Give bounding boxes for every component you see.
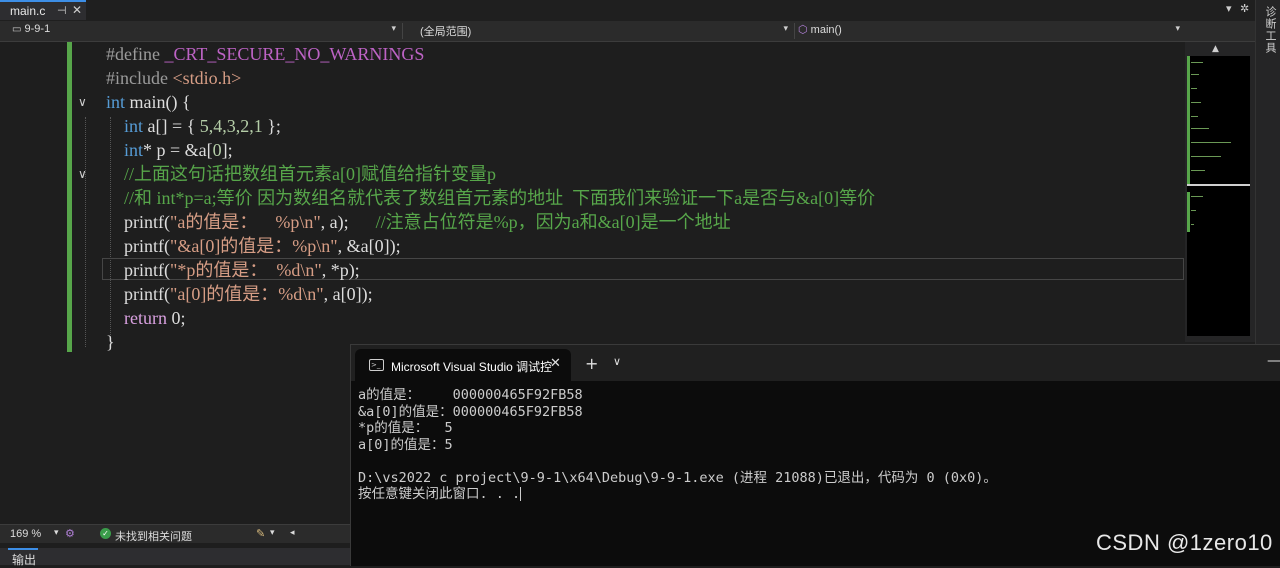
terminal-line: D:\vs2022 c project\9-9-1\x64\Debug\9-9-…	[358, 469, 997, 486]
pin-icon[interactable]: ⊣	[57, 4, 67, 17]
minimize-icon[interactable]: —	[1267, 353, 1280, 369]
terminal-line: *p的值是： 5	[358, 420, 453, 436]
settings-gear-icon[interactable]: ✲	[1240, 2, 1249, 15]
issues-status[interactable]: 未找到相关问题	[115, 528, 192, 544]
tab-list-dropdown-icon[interactable]: ▾	[1226, 2, 1232, 15]
minimap-change-bar	[1187, 192, 1190, 232]
cleanup-brush-icon[interactable]: ✎	[256, 527, 265, 540]
code-line-9: printf("&a[0]的值是：%p\n", &a[0]);	[124, 236, 401, 256]
project-dropdown[interactable]: ▭ 9-9-1 ▾	[12, 23, 400, 39]
code-line-2: #include <stdio.h>	[106, 68, 242, 88]
member-dropdown[interactable]: ⬡ main() ▾	[798, 23, 1184, 39]
zoom-dropdown-icon[interactable]: ▾	[54, 527, 59, 538]
zoom-level[interactable]: 169 %	[10, 528, 41, 540]
code-line-11: printf("a[0]的值是：%d\n", a[0]);	[124, 284, 373, 304]
terminal-tab-label: Microsoft Visual Studio 调试控	[391, 360, 553, 374]
minimap-line	[1191, 116, 1198, 117]
code-line-8: printf("a的值是： %p\n", a); //注意占位符是%p，因为a和…	[124, 212, 731, 232]
code-line-10: printf("*p的值是： %d\n", *p);	[124, 260, 360, 280]
terminal-icon: >_	[369, 359, 384, 371]
project-icon: ▭	[12, 24, 22, 35]
code-line-3: int main() {	[106, 92, 191, 112]
tab-main-c[interactable]: main.c ⊣ ✕	[0, 0, 86, 20]
chevron-down-icon: ▾	[1175, 23, 1180, 33]
code-line-4: int a[] = { 5,4,3,2,1 };	[124, 116, 281, 136]
navigation-bar: ▭ 9-9-1 ▾ (全局范围) ▾ ⬡ main() ▾ ⇟	[0, 21, 1255, 58]
terminal-line: a[0]的值是：5	[358, 436, 453, 453]
minimap-line	[1191, 224, 1194, 225]
minimap-change-bar	[1187, 56, 1190, 184]
close-icon[interactable]: ✕	[550, 356, 561, 371]
tab-label: main.c	[10, 4, 46, 18]
minimap-line	[1191, 156, 1221, 157]
minimap-viewport-marker	[1187, 184, 1250, 186]
terminal-prompt-line: 按任意键关闭此窗口. . .	[358, 486, 997, 503]
nav-divider	[794, 23, 795, 39]
code-line-13: }	[106, 332, 115, 352]
editor-status-bar: 169 % ▾ ⚙ ✓ 未找到相关问题 ✎ ▾ ◂	[0, 524, 350, 543]
code-line-7: //和 int*p=a;等价 因为数组名就代表了数组首元素的地址 下面我们来验证…	[124, 188, 876, 208]
chevron-down-icon: ▾	[783, 23, 788, 33]
minimap-line	[1191, 128, 1209, 129]
new-tab-plus-icon[interactable]: +	[585, 354, 598, 373]
close-icon[interactable]: ✕	[72, 3, 82, 17]
watermark: CSDN @1zero10	[1096, 530, 1273, 555]
minimap-line	[1191, 196, 1203, 197]
fold-chevron-icon[interactable]: ∨	[78, 95, 87, 109]
minimap-line	[1191, 74, 1199, 75]
terminal-output[interactable]: a的值是： 000000465F92FB58 &a[0]的值是：00000046…	[358, 387, 997, 503]
check-icon: ✓	[100, 528, 111, 539]
function-cube-icon: ⬡	[798, 24, 808, 36]
minimap-line	[1191, 170, 1205, 171]
output-tab-label[interactable]: 输出	[12, 551, 36, 568]
member-label: main()	[810, 24, 842, 36]
diagnostics-tab-label[interactable]: 诊断工具	[1262, 6, 1278, 54]
chevron-down-icon[interactable]: ▾	[270, 527, 275, 538]
text-cursor	[520, 487, 522, 501]
terminal-line: &a[0]的值是：000000465F92FB58	[358, 403, 583, 420]
terminal-titlebar: >_ Microsoft Visual Studio 调试控 ✕ + ∨ —	[351, 345, 1280, 381]
project-label: 9-9-1	[24, 23, 51, 35]
terminal-prompt-text: 按任意键关闭此窗口. . .	[358, 486, 521, 502]
minimap-line	[1191, 210, 1196, 211]
scope-label: (全局范围)	[420, 26, 472, 38]
chevron-down-icon: ▾	[391, 23, 396, 33]
change-tracking-bar	[67, 42, 72, 352]
minimap-line	[1191, 88, 1197, 89]
code-line-5: int* p = &a[0];	[124, 140, 233, 160]
scope-dropdown[interactable]: (全局范围) ▾	[420, 23, 792, 39]
document-tab-strip: main.c ⊣ ✕ ▾ ✲	[0, 0, 1280, 22]
code-line-12: return 0;	[124, 308, 186, 328]
minimap-line	[1191, 102, 1201, 103]
code-analysis-icon[interactable]: ⚙	[65, 527, 75, 540]
minimap-line	[1191, 62, 1203, 63]
fold-guide	[85, 117, 86, 347]
code-line-6: //上面这句话把数组首元素a[0]赋值给指针变量p	[124, 164, 496, 184]
output-panel-tab[interactable]: 输出	[0, 548, 350, 568]
minimap-line	[1191, 142, 1231, 143]
terminal-tab[interactable]: >_ Microsoft Visual Studio 调试控 ✕	[355, 349, 571, 381]
scroll-left-icon[interactable]: ◂	[290, 527, 295, 538]
active-tab-underline	[8, 548, 38, 550]
chevron-down-icon[interactable]: ∨	[613, 355, 621, 368]
terminal-line: a的值是： 000000465F92FB58	[358, 387, 583, 403]
code-minimap[interactable]	[1187, 56, 1250, 336]
code-line-1: #define _CRT_SECURE_NO_WARNINGS	[106, 44, 425, 64]
nav-divider	[402, 23, 403, 39]
scroll-up-icon[interactable]: ▲	[1212, 44, 1219, 54]
